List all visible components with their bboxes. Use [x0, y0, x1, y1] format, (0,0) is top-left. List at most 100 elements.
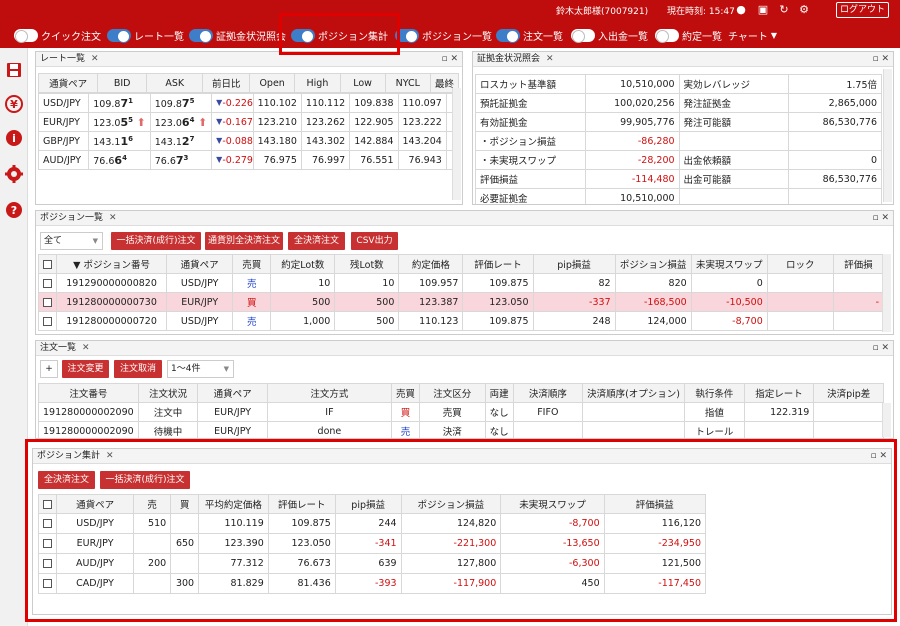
bell-icon[interactable]: ● — [733, 2, 749, 18]
col-header[interactable]: 注文区分 — [419, 383, 486, 403]
col-header[interactable]: 評価損 — [832, 254, 885, 274]
table-row[interactable]: GBP/JPY 143.116 143.127 ▼ -0.088 143.180 143.… — [37, 131, 460, 151]
info-icon[interactable]: i — [4, 128, 24, 148]
bid-cell[interactable]: 143.116 — [88, 131, 151, 151]
add-order-button[interactable]: + — [40, 360, 58, 378]
table-row[interactable]: 191280000002090 待機中 EUR/JPY done 売決済 なし トレール — [38, 421, 884, 438]
close-icon[interactable]: ✕ — [546, 54, 554, 64]
col-header[interactable]: 通貨ペア — [166, 254, 234, 274]
col-header[interactable]: 注文状況 — [137, 383, 199, 403]
col-header[interactable]: 前日比 — [202, 73, 250, 93]
col-header[interactable]: ポジション損益 — [614, 254, 692, 274]
toggle-position-list[interactable]: ポジション一覧 — [395, 26, 492, 44]
col-header[interactable]: Low — [339, 73, 386, 93]
close-icon[interactable]: ✕ — [91, 54, 99, 64]
toggle-switch-icon[interactable] — [107, 28, 131, 43]
settings-icon[interactable] — [4, 164, 24, 184]
close-icon[interactable]: ✕ — [82, 343, 90, 353]
table-row[interactable]: 191290000000820 USD/JPY 売 10 10 109.957 109.87… — [37, 273, 885, 293]
col-header[interactable]: ASK — [146, 73, 204, 93]
checkbox-cell[interactable] — [37, 311, 58, 331]
table-row[interactable]: USD/JPY 109.871 109.875 ▼ -0.226 110.102 110.… — [37, 93, 460, 113]
row-checkbox[interactable] — [43, 278, 52, 288]
col-header[interactable]: Open — [248, 73, 296, 93]
toggle-margin-status[interactable]: 証拠金状況照会 — [189, 26, 286, 44]
bid-cell[interactable]: 76.664 — [88, 150, 151, 170]
scrollbar[interactable] — [452, 88, 461, 200]
toggle-switch-icon[interactable] — [14, 28, 38, 43]
window-controls-icon[interactable]: ▫ ✕ — [441, 52, 458, 67]
col-header[interactable]: 決済順序 — [512, 383, 584, 403]
col-header[interactable]: 決済pip差 — [813, 383, 884, 403]
header-checkbox-cell[interactable] — [37, 254, 58, 274]
checkbox-cell[interactable] — [37, 292, 58, 312]
col-header[interactable]: 決済順序(オプション) — [582, 383, 685, 403]
help-icon[interactable]: ? — [4, 200, 24, 220]
col-header[interactable]: 約定価格 — [398, 254, 464, 274]
window-controls-icon[interactable]: ▫ ✕ — [872, 341, 889, 356]
row-checkbox[interactable] — [43, 297, 52, 307]
window-controls-icon[interactable]: ▫ ✕ — [872, 52, 889, 67]
col-header[interactable]: 売買 — [232, 254, 272, 274]
bid-cell[interactable]: 123.055 ⬆ — [88, 112, 151, 132]
close-icon[interactable]: ✕ — [109, 213, 117, 223]
col-header[interactable]: 指定レート — [743, 383, 815, 403]
window-controls-icon[interactable]: ▫ ✕ — [872, 211, 889, 226]
ask-cell[interactable]: 109.875 — [149, 93, 213, 113]
save-icon[interactable] — [4, 60, 24, 80]
scrollbar[interactable] — [882, 254, 891, 332]
col-header[interactable]: 両建 — [484, 383, 514, 403]
table-row[interactable]: 191280000000720 USD/JPY 売 1,000 500 110.123 10… — [37, 311, 885, 331]
fullscreen-icon[interactable]: ▣ — [755, 2, 771, 18]
col-header[interactable]: 通貨ペア — [197, 383, 268, 403]
refresh-icon[interactable]: ↻ — [776, 2, 792, 18]
table-row[interactable]: 191280000000730 EUR/JPY 買 500 500 123.387 123.… — [37, 292, 885, 312]
close-all-button[interactable]: 全決済注文 — [288, 232, 345, 250]
order-count-select[interactable]: 1～4件 ▼ — [167, 360, 234, 378]
col-header[interactable]: 残Lot数 — [334, 254, 400, 274]
toggle-rate-list[interactable]: レート一覧 — [107, 26, 184, 44]
toggle-switch-icon[interactable] — [496, 28, 520, 43]
scrollbar[interactable] — [882, 403, 891, 437]
col-header[interactable]: pip損益 — [532, 254, 616, 274]
logout-button[interactable]: ログアウト — [836, 2, 889, 18]
col-header[interactable]: 約定Lot数 — [270, 254, 336, 274]
col-header[interactable]: 執行条件 — [683, 383, 745, 403]
bid-cell[interactable]: 109.871 — [88, 93, 151, 113]
close-by-currency-button[interactable]: 通貨別全決済注文 — [205, 232, 283, 250]
ask-cell[interactable]: 76.673 — [149, 150, 213, 170]
cancel-order-button[interactable]: 注文取消 — [114, 360, 162, 378]
col-header[interactable]: 未実現スワップ — [690, 254, 768, 274]
toggle-switch-icon[interactable] — [571, 28, 595, 43]
toggle-switch-icon[interactable] — [655, 28, 679, 43]
toggle-switch-icon[interactable] — [189, 28, 213, 43]
bulk-market-close-button[interactable]: 一括決済(成行)注文 — [111, 232, 201, 250]
select-all-checkbox[interactable] — [43, 259, 52, 269]
ask-cell[interactable]: 143.127 — [149, 131, 213, 151]
csv-export-button[interactable]: CSV出力 — [351, 232, 398, 250]
table-row[interactable]: AUD/JPY 76.664 76.673 ▼ -0.279 76.975 76.997 7… — [37, 150, 460, 170]
col-header[interactable]: ロック — [766, 254, 834, 274]
gear-icon[interactable]: ⚙ — [796, 2, 812, 18]
table-row[interactable]: 191280000002090 注文中 EUR/JPY IF 買売買 なし FIFO 指値 12… — [38, 402, 884, 422]
col-header[interactable]: 通貨ペア — [37, 73, 99, 93]
modify-order-button[interactable]: 注文変更 — [62, 360, 109, 378]
toggle-deposit-list[interactable]: 入出金一覧 — [571, 26, 648, 44]
col-header[interactable]: 評価レート — [462, 254, 534, 274]
col-header[interactable]: BID — [97, 73, 148, 93]
checkbox-cell[interactable] — [37, 273, 58, 293]
scrollbar[interactable] — [883, 69, 892, 202]
table-row[interactable]: EUR/JPY 123.055 ⬆ 123.064 ⬆ ▼ -0.167 123.210… — [37, 112, 460, 132]
yen-icon[interactable]: ¥ — [4, 94, 24, 114]
col-header[interactable]: 注文方式 — [266, 383, 393, 403]
col-header[interactable]: ▼ ポジション番号 — [56, 254, 168, 274]
toggle-quick-order[interactable]: クイック注文 — [14, 26, 101, 44]
position-filter-select[interactable]: 全て ▼ — [40, 232, 103, 250]
toggle-order-list[interactable]: 注文一覧 — [496, 26, 563, 44]
col-header[interactable]: NYCL — [384, 73, 431, 93]
toggle-execution-list[interactable]: 約定一覧 — [655, 26, 722, 44]
chart-menu[interactable]: チャート ▼ — [728, 26, 777, 44]
row-checkbox[interactable] — [43, 316, 52, 326]
col-header[interactable]: High — [294, 73, 341, 93]
col-header[interactable]: 注文番号 — [38, 383, 139, 403]
